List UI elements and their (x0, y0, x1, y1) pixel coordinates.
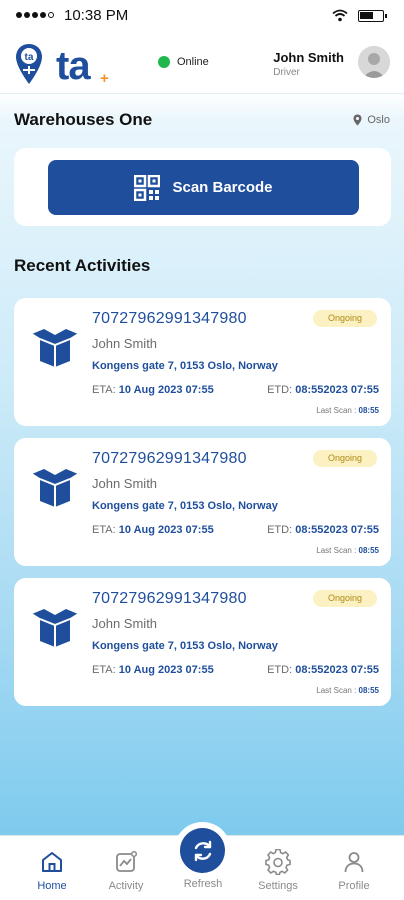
warehouse-title: Warehouses One (14, 110, 153, 129)
etd-label: ETD: (267, 664, 293, 676)
eta-value: 10 Aug 2023 07:55 (118, 664, 214, 676)
online-dot-icon (158, 56, 170, 68)
nav-home[interactable]: Home (17, 848, 87, 892)
nav-settings[interactable]: Settings (243, 848, 313, 892)
eta: ETA: 10 Aug 2023 07:55 (92, 524, 214, 536)
eta-label: ETA: (92, 384, 116, 396)
eta-value: 10 Aug 2023 07:55 (118, 524, 214, 536)
brand-logo: ta ta + (14, 42, 114, 88)
last-scan: Last Scan : 08:55 (316, 546, 379, 555)
user-name: John Smith (273, 50, 344, 65)
customer-name: John Smith (92, 616, 158, 631)
status-bar: 10:38 PM (0, 0, 404, 32)
logo-plus: + (100, 70, 109, 87)
package-box-icon (31, 329, 79, 367)
package-box-icon (31, 609, 79, 647)
battery-icon (358, 10, 387, 22)
app-screen: 10:38 PM ta ta + Online John Smith Drive… (0, 0, 404, 900)
eta-label: ETA: (92, 524, 116, 536)
refresh-button[interactable] (180, 828, 225, 873)
user-info: John Smith Driver (273, 50, 344, 78)
refresh-label: Refresh (183, 878, 223, 890)
profile-person-icon (344, 852, 364, 873)
activity-card[interactable]: 70727962991347980 Ongoing John Smith Kon… (14, 438, 391, 566)
nav-home-label: Home (37, 880, 67, 892)
online-status: Online (158, 56, 209, 68)
etd: ETD: 08:552023 07:55 (267, 524, 379, 536)
tracking-number: 70727962991347980 (92, 450, 247, 467)
warehouse-location: Oslo (353, 114, 390, 126)
etd-label: ETD: (267, 384, 293, 396)
status-badge: Ongoing (313, 310, 377, 327)
activity-card[interactable]: 70727962991347980 Ongoing John Smith Kon… (14, 578, 391, 706)
etd-value: 08:552023 07:55 (295, 524, 379, 536)
home-icon (42, 852, 62, 872)
activity-card[interactable]: 70727962991347980 Ongoing John Smith Kon… (14, 298, 391, 426)
last-scan-label: Last Scan : (316, 406, 357, 415)
wifi-icon (332, 9, 348, 22)
package-box-icon (31, 469, 79, 507)
recent-activities-title: Recent Activities (14, 256, 151, 275)
etd-value: 08:552023 07:55 (295, 664, 379, 676)
last-scan-value: 08:55 (358, 546, 379, 555)
nav-profile[interactable]: Profile (319, 848, 389, 892)
scan-barcode-label: Scan Barcode (172, 179, 273, 196)
location-label: Oslo (367, 114, 390, 126)
logo-pin-icon: ta (16, 44, 42, 84)
customer-name: John Smith (92, 336, 158, 351)
delivery-address: Kongens gate 7, 0153 Oslo, Norway (92, 640, 278, 652)
status-badge: Ongoing (313, 590, 377, 607)
nav-activity-label: Activity (108, 880, 144, 892)
nav-profile-label: Profile (338, 880, 370, 892)
settings-gear-icon (265, 849, 291, 875)
eta: ETA: 10 Aug 2023 07:55 (92, 664, 214, 676)
avatar-person-icon (358, 46, 390, 78)
etd-label: ETD: (267, 524, 293, 536)
location-pin-icon (353, 114, 362, 126)
logo-text: ta (56, 44, 91, 88)
signal-dots-icon (16, 12, 54, 18)
last-scan: Last Scan : 08:55 (316, 406, 379, 415)
eta-value: 10 Aug 2023 07:55 (118, 384, 214, 396)
tracking-number: 70727962991347980 (92, 590, 247, 607)
last-scan-label: Last Scan : (316, 546, 357, 555)
delivery-address: Kongens gate 7, 0153 Oslo, Norway (92, 360, 278, 372)
nav-activity[interactable]: Activity (91, 848, 161, 892)
scan-card: Scan Barcode (14, 148, 391, 226)
qr-code-icon (134, 174, 161, 201)
tracking-number: 70727962991347980 (92, 310, 247, 327)
etd-value: 08:552023 07:55 (295, 384, 379, 396)
etd: ETD: 08:552023 07:55 (267, 664, 379, 676)
status-time: 10:38 PM (64, 7, 129, 24)
last-scan: Last Scan : 08:55 (316, 686, 379, 695)
scan-barcode-button[interactable]: Scan Barcode (48, 160, 359, 215)
refresh-icon (194, 840, 211, 861)
svg-text:ta: ta (25, 52, 34, 63)
user-role: Driver (273, 67, 300, 78)
avatar[interactable] (358, 46, 390, 78)
last-scan-value: 08:55 (358, 686, 379, 695)
etd: ETD: 08:552023 07:55 (267, 384, 379, 396)
activity-chart-icon (116, 850, 138, 872)
eta: ETA: 10 Aug 2023 07:55 (92, 384, 214, 396)
app-header: ta ta + Online John Smith Driver (0, 32, 404, 94)
last-scan-label: Last Scan : (316, 686, 357, 695)
online-label: Online (177, 56, 209, 68)
customer-name: John Smith (92, 476, 158, 491)
nav-settings-label: Settings (258, 880, 298, 892)
eta-label: ETA: (92, 664, 116, 676)
delivery-address: Kongens gate 7, 0153 Oslo, Norway (92, 500, 278, 512)
status-badge: Ongoing (313, 450, 377, 467)
last-scan-value: 08:55 (358, 406, 379, 415)
